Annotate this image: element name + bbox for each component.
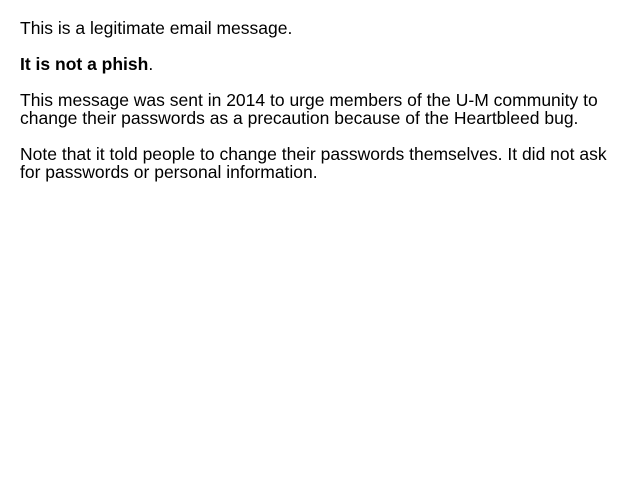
context-paragraph: This message was sent in 2014 to urge me… (20, 90, 598, 128)
not-phish-statement: It is not a phish. (20, 55, 620, 73)
note-paragraph: Note that it told people to change their… (20, 144, 607, 182)
legitimate-statement: This is a legitimate email message. (20, 18, 293, 38)
message-body: This is a legitimate email message. It i… (20, 19, 620, 199)
not-phish-period: . (148, 54, 154, 74)
not-phish-bold-text: It is not a phish (20, 54, 149, 74)
